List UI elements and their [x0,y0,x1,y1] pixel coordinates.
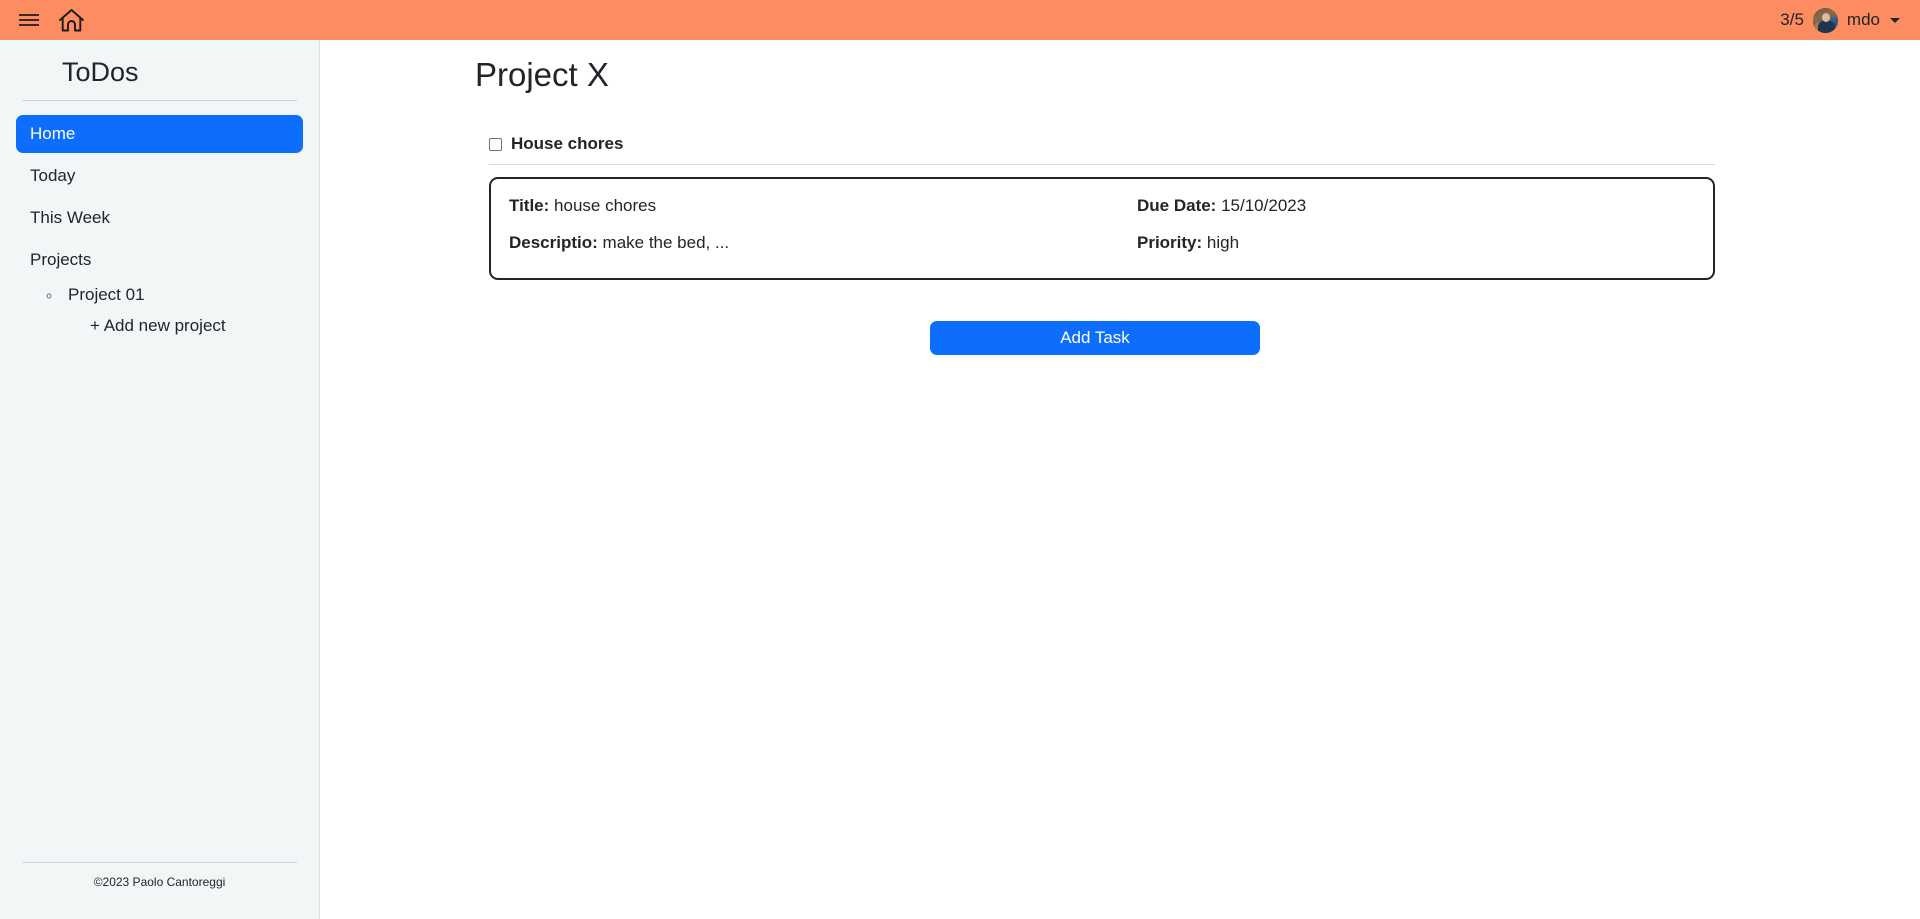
task-priority-label: Priority: [1137,233,1203,252]
sidebar-item-home[interactable]: Home [16,115,303,153]
sidebar-item-this-week[interactable]: This Week [16,199,303,237]
sidebar-item-today[interactable]: Today [16,157,303,195]
task-description-value: make the bed, ... [602,233,730,252]
task-detail-card: Title: house chores Descriptio: make the… [489,177,1715,280]
hamburger-menu-icon[interactable] [18,11,40,29]
sidebar-project-project-01[interactable]: Project 01 [62,285,145,305]
add-task-button[interactable]: Add Task [930,321,1260,355]
sidebar-divider-bottom [22,862,297,863]
task-header: House chores [475,134,1715,154]
task-card-right-column: Due Date: 15/10/2023 Priority: high [1102,196,1695,253]
task-divider [489,164,1715,165]
sidebar-item-projects[interactable]: Projects [16,241,303,279]
list-item: Project 01 [62,285,319,305]
sidebar-project-list: Project 01 [0,285,319,310]
app-brand-title: ToDos [62,57,139,87]
home-icon[interactable] [58,8,85,33]
task-title-label: Title: [509,196,550,215]
sidebar-nav-list: Home Today This Week Projects [0,115,319,283]
add-task-button-wrapper: Add Task [475,321,1715,355]
task-description-row: Descriptio: make the bed, ... [509,233,1102,253]
navbar-right-group: 3/5 mdo [1780,7,1920,33]
user-menu-label[interactable]: mdo [1847,10,1880,30]
task-card-left-column: Title: house chores Descriptio: make the… [509,196,1102,253]
user-avatar[interactable] [1812,7,1838,33]
main-content: Project X House chores Title: house chor… [321,40,1920,919]
sidebar-divider-top [22,100,297,101]
page-title: Project X [475,56,609,93]
task-title-row: Title: house chores [509,196,1102,216]
sidebar: ToDos Home Today This Week Projects Proj… [0,40,320,919]
add-new-project-button[interactable]: + Add new project [0,310,319,336]
task-priority-row: Priority: high [1137,233,1695,253]
task-counter-badge: 3/5 [1780,10,1804,29]
task-due-date-row: Due Date: 15/10/2023 [1137,196,1695,216]
task-description-label: Descriptio: [509,233,598,252]
caret-down-icon[interactable] [1890,17,1900,23]
task-priority-value: high [1206,233,1240,252]
task-name-label: House chores [511,134,624,153]
navbar-left-icons [0,8,85,33]
task-title-value: house chores [554,196,657,215]
task-due-date-value: 15/10/2023 [1221,196,1307,215]
task-due-date-label: Due Date: [1137,196,1217,215]
task-complete-checkbox[interactable] [489,137,502,151]
sidebar-copyright: ©2023 Paolo Cantoreggi [93,875,226,889]
top-navbar: 3/5 mdo [0,0,1920,40]
